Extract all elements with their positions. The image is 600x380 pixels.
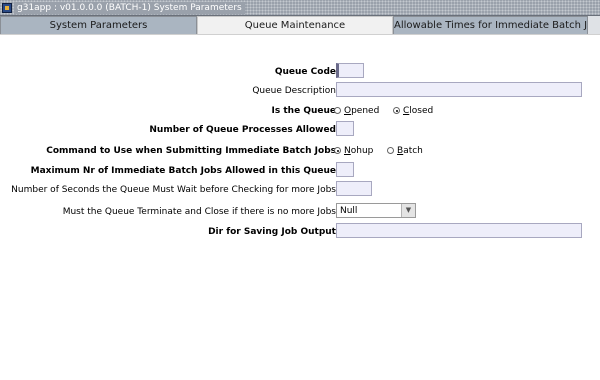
- radio-opened[interactable]: Opened: [334, 104, 379, 118]
- queue-description-input[interactable]: [336, 82, 582, 97]
- output-dir-input[interactable]: [336, 223, 582, 238]
- row-wait-seconds: Number of Seconds the Queue Must Wait be…: [0, 181, 600, 199]
- queue-description-label: Queue Description: [252, 86, 336, 96]
- radio-nohup[interactable]: Nohup: [334, 144, 373, 158]
- row-command: Command to Use when Submitting Immediate…: [0, 142, 600, 160]
- queue-code-label: Queue Code: [274, 67, 336, 77]
- radio-opened-label: pened: [351, 106, 380, 116]
- max-immediate-input[interactable]: [336, 162, 354, 177]
- terminate-label: Must the Queue Terminate and Close if th…: [62, 207, 336, 217]
- is-queue-label: Is the Queue: [271, 106, 336, 116]
- row-is-queue: Is the Queue Opened Closed: [0, 102, 600, 120]
- window-title: g31app : v01.0.0.0 (BATCH-1) System Para…: [14, 2, 245, 14]
- app-icon: [2, 3, 12, 13]
- radio-batch-icon: [387, 147, 394, 154]
- wait-seconds-label: Number of Seconds the Queue Must Wait be…: [11, 185, 336, 195]
- command-label: Command to Use when Submitting Immediate…: [46, 146, 336, 156]
- wait-seconds-input[interactable]: [336, 181, 372, 196]
- row-num-processes: Number of Queue Processes Allowed: [0, 121, 600, 139]
- radio-batch[interactable]: Batch: [387, 144, 423, 158]
- row-output-dir: Dir for Saving Job Output: [0, 223, 600, 241]
- max-immediate-label: Maximum Nr of Immediate Batch Jobs Allow…: [30, 166, 336, 176]
- chevron-down-icon[interactable]: ▼: [401, 204, 415, 217]
- terminate-select-value: Null: [340, 206, 358, 216]
- row-queue-description: Queue Description: [0, 82, 600, 100]
- radio-nohup-icon: [334, 147, 341, 154]
- radio-closed-icon: [393, 107, 400, 114]
- tab-queue-maintenance[interactable]: Queue Maintenance: [197, 16, 393, 35]
- terminate-select[interactable]: Null ▼: [336, 203, 416, 218]
- radio-nohup-label: ohup: [350, 146, 374, 156]
- num-processes-input[interactable]: [336, 121, 354, 136]
- tab-system-parameters[interactable]: System Parameters: [0, 16, 197, 34]
- radio-closed-label: losed: [409, 106, 434, 116]
- radio-batch-label: atch: [403, 146, 423, 156]
- row-terminate: Must the Queue Terminate and Close if th…: [0, 203, 600, 221]
- tab-bar: System Parameters Queue Maintenance Allo…: [0, 16, 600, 35]
- window-titlebar[interactable]: g31app : v01.0.0.0 (BATCH-1) System Para…: [0, 0, 600, 16]
- num-processes-label: Number of Queue Processes Allowed: [149, 125, 336, 135]
- row-queue-code: Queue Code: [0, 63, 600, 81]
- radio-nohup-hotkey: N: [344, 146, 351, 156]
- tab-allowable-times[interactable]: Allowable Times for Immediate Batch Jobs: [393, 16, 588, 34]
- row-max-immediate: Maximum Nr of Immediate Batch Jobs Allow…: [0, 162, 600, 180]
- queue-maintenance-form: Queue Code Queue Description Is the Queu…: [0, 34, 600, 380]
- radio-opened-icon: [334, 107, 341, 114]
- radio-closed[interactable]: Closed: [393, 104, 433, 118]
- output-dir-label: Dir for Saving Job Output: [208, 227, 336, 237]
- queue-code-input[interactable]: [336, 63, 364, 78]
- tab-strip-end: [588, 16, 600, 34]
